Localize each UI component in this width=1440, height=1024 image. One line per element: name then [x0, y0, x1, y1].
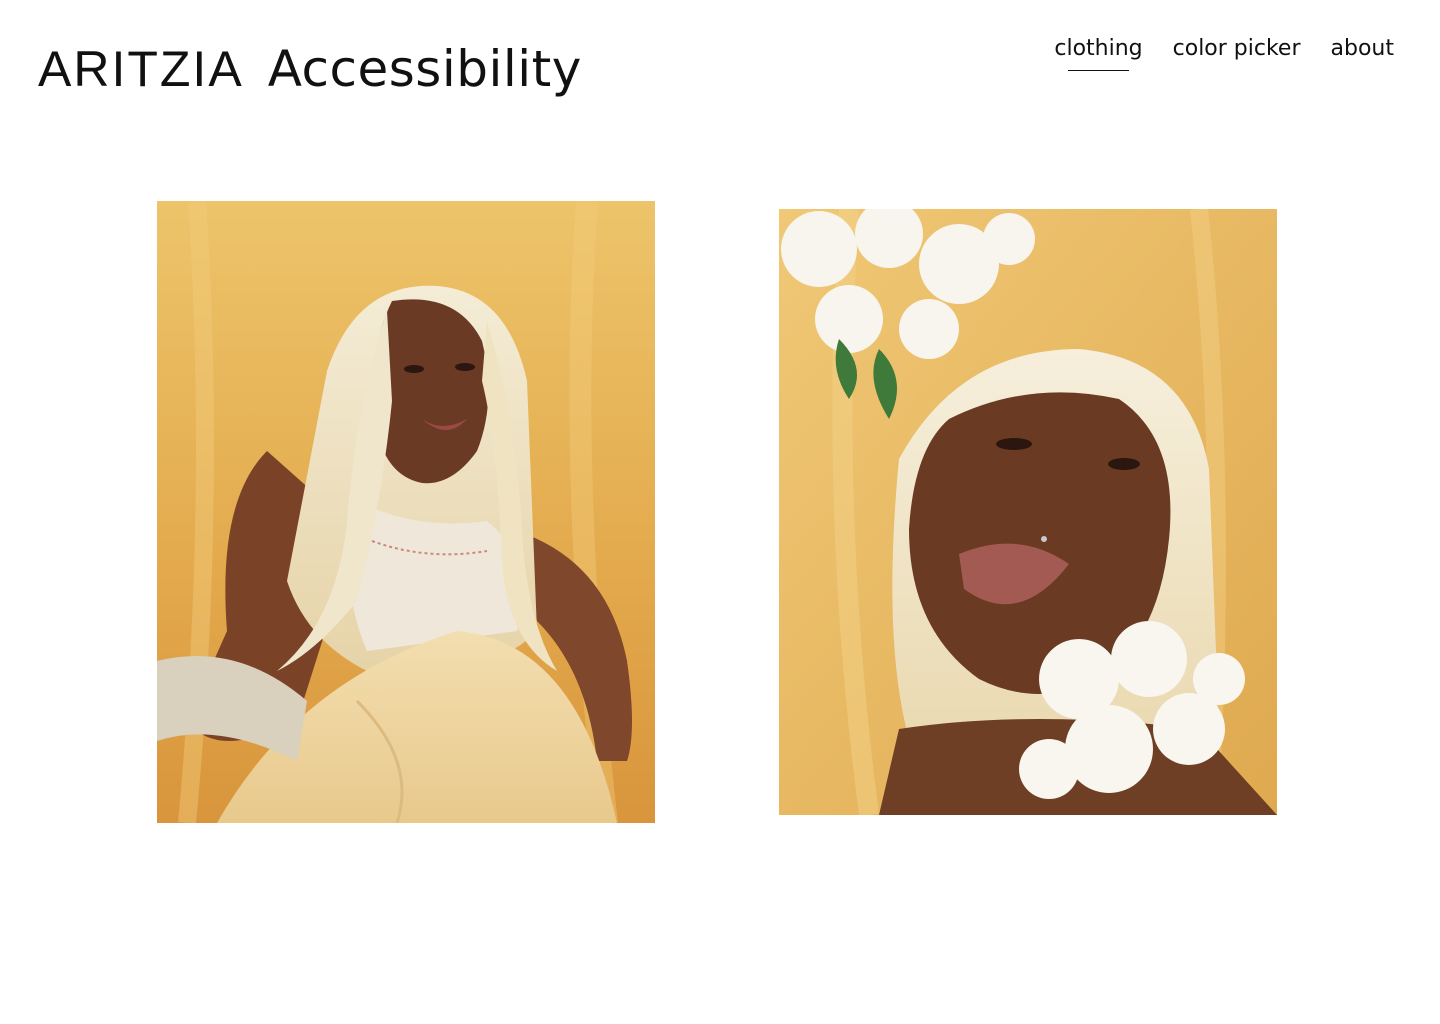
portrait-seated-image: [157, 201, 655, 823]
main-nav: clothing color picker about: [1054, 36, 1394, 71]
portrait-closeup-image: [779, 209, 1277, 815]
nav-link-about[interactable]: about: [1331, 36, 1394, 67]
site-title: Accessibility: [267, 40, 582, 98]
photo-portrait-closeup-flowers[interactable]: [779, 209, 1277, 815]
nav-link-clothing[interactable]: clothing: [1054, 36, 1143, 71]
aritzia-logo[interactable]: ARITZIA: [38, 44, 244, 94]
nav-link-color-picker[interactable]: color picker: [1173, 36, 1301, 67]
photo-portrait-seated[interactable]: [157, 201, 655, 823]
brand[interactable]: ARITZIA Accessibility: [38, 44, 582, 94]
